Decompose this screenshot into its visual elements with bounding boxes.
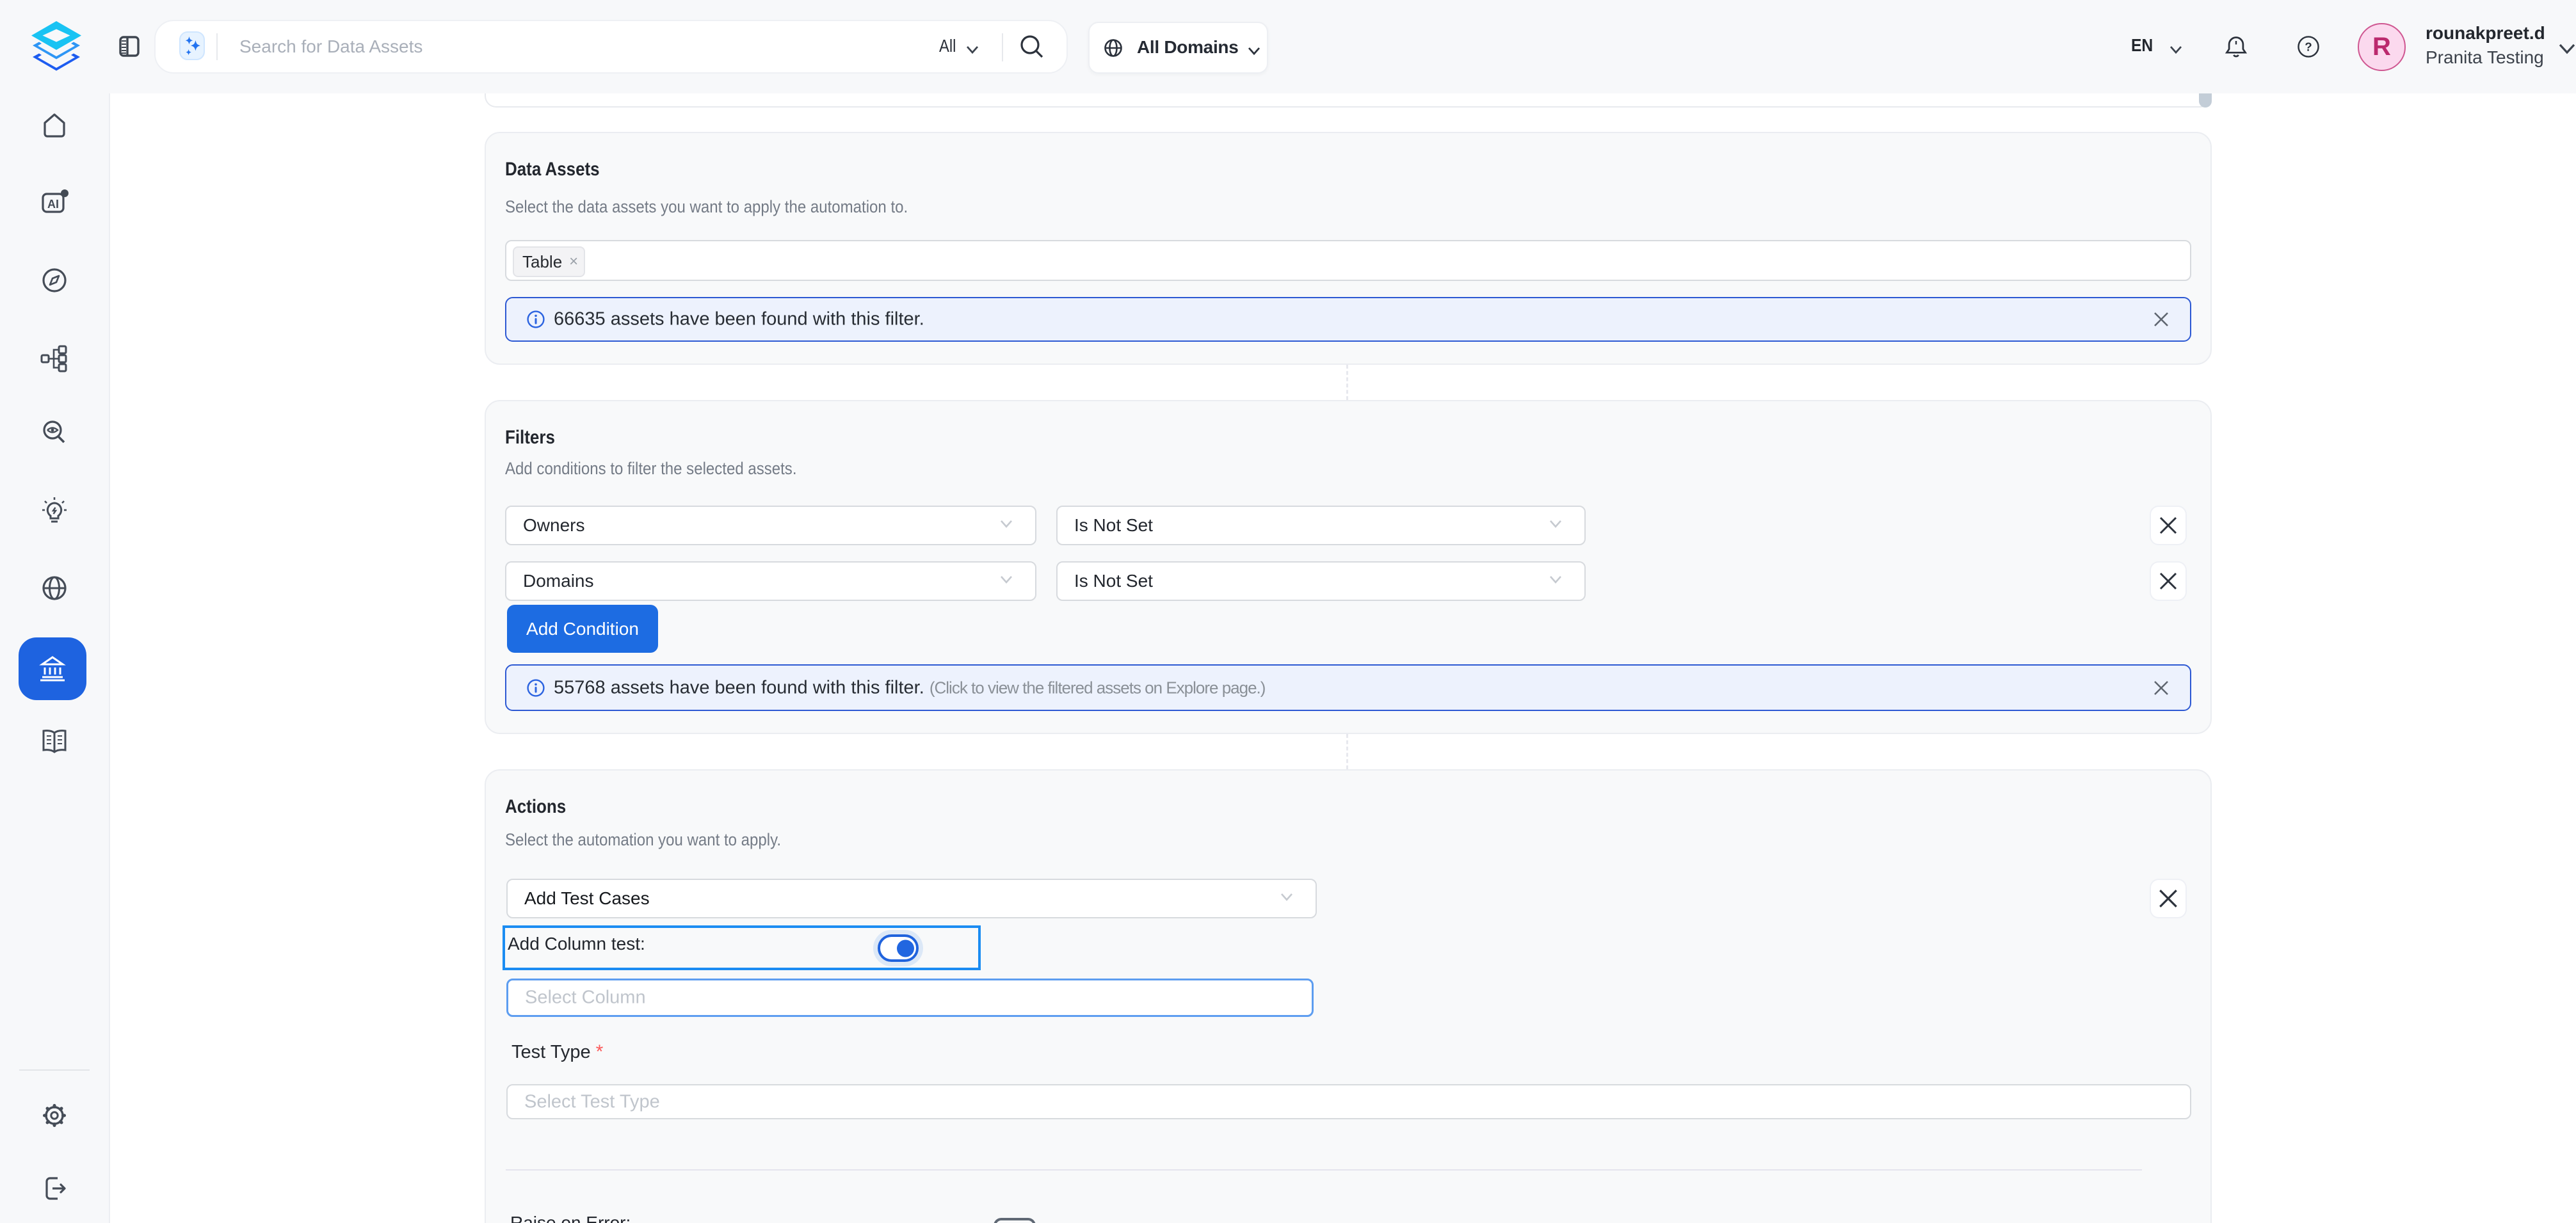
svg-text:AI: AI [47,198,59,211]
svg-text:?: ? [2305,40,2312,54]
